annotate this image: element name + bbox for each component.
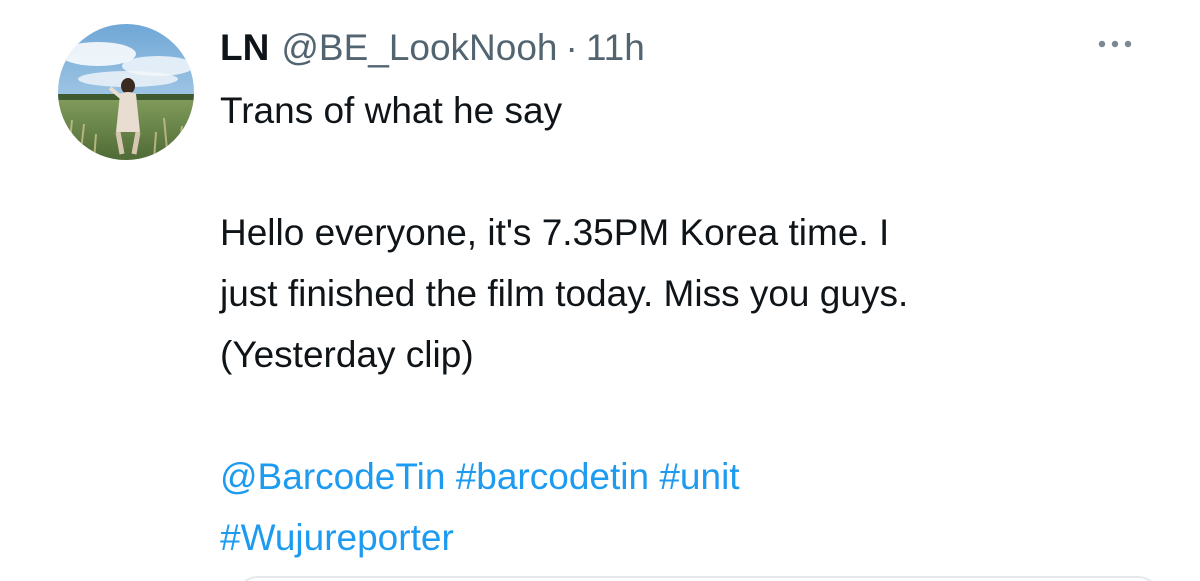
tweet-header: LN @BE_LookNooh · 11h — [220, 26, 645, 70]
tweet-text-line: (Yesterday clip) — [220, 334, 474, 375]
hashtag-link[interactable]: #unit — [659, 456, 739, 497]
author-handle[interactable]: @BE_LookNooh — [281, 26, 557, 70]
hashtag-link[interactable]: #Wujureporter — [220, 517, 454, 558]
author-avatar[interactable] — [58, 24, 194, 160]
tweet-text-line: Trans of what he say — [220, 90, 563, 131]
tweet-text-line: just finished the film today. Miss you g… — [220, 273, 909, 314]
header-separator: · — [565, 27, 578, 68]
author-name[interactable]: LN — [220, 26, 269, 70]
ellipsis-icon — [1098, 40, 1132, 48]
mention-link[interactable]: @BarcodeTin — [220, 456, 445, 497]
more-options-button[interactable] — [1090, 28, 1140, 60]
tweet-text: Trans of what he say Hello everyone, it'… — [220, 80, 1160, 568]
tweet-links-line: @BarcodeTin #barcodetin #unit — [220, 446, 1160, 507]
tweet-card[interactable]: LN @BE_LookNooh · 11h Trans of what he s… — [0, 0, 1200, 581]
hashtag-link[interactable]: #barcodetin — [456, 456, 649, 497]
tweet-text-line: Hello everyone, it's 7.35PM Korea time. … — [220, 212, 890, 253]
paragraph-break — [220, 385, 1160, 446]
tweet-timestamp[interactable]: 11h — [586, 26, 645, 70]
tweet-links-line: #Wujureporter — [220, 507, 1160, 568]
paragraph-break — [220, 141, 1160, 202]
avatar-photo — [58, 24, 194, 160]
media-card-edge[interactable] — [236, 576, 1160, 581]
